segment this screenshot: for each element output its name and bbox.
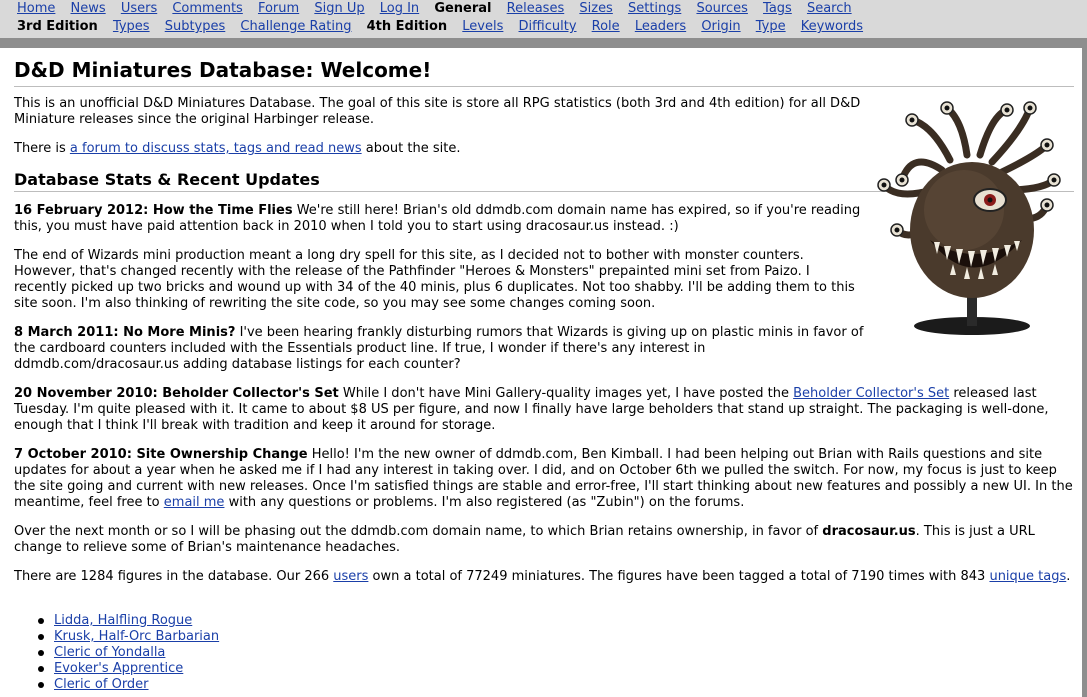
nav-link-search[interactable]: Search [807,1,852,16]
news-item: 16 February 2012: How the Time Flies We'… [14,203,864,235]
figure-link[interactable]: Krusk, Half-Orc Barbarian [54,629,219,644]
nav-link-leaders[interactable]: Leaders [635,19,686,34]
nav-row-editions: 3rd Edition Types Subtypes Challenge Rat… [17,18,874,35]
nav-link-subtypes[interactable]: Subtypes [165,19,226,34]
nav-link-home[interactable]: Home [17,1,55,16]
main-content: D&D Miniatures Database: Welcome! This i… [0,48,1082,697]
stats-text: There are 1284 figures in the database. … [14,569,334,584]
figure-link[interactable]: Cleric of Yondalla [54,645,165,660]
nav-link-login[interactable]: Log In [380,1,419,16]
news-item: 20 November 2010: Beholder Collector's S… [14,386,1074,434]
nav-link-challenge-rating[interactable]: Challenge Rating [240,19,351,34]
news-title: 20 November 2010: Beholder Collector's S… [14,386,339,401]
news-title: 8 March 2011: No More Minis? [14,325,236,340]
news-title: 16 February 2012: How the Time Flies [14,203,293,218]
domain-note-pre: Over the next month or so I will be phas… [14,524,823,539]
nav-link-forum[interactable]: Forum [258,1,299,16]
users-link[interactable]: users [333,569,368,584]
nav-link-keywords[interactable]: Keywords [801,19,863,34]
beholder-miniature-image [877,101,1061,335]
stats-text: . [1066,569,1071,584]
nav-link-tags[interactable]: Tags [763,1,792,16]
list-item: Krusk, Half-Orc Barbarian [37,629,219,645]
nav-link-signup[interactable]: Sign Up [314,1,364,16]
stats-text: own a total of 77249 miniatures. The fig… [368,569,990,584]
email-me-link[interactable]: email me [164,495,225,510]
nav-link-type[interactable]: Type [756,19,786,34]
nav-link-comments[interactable]: Comments [172,1,242,16]
nav-link-settings[interactable]: Settings [628,1,681,16]
figure-link[interactable]: Cleric of Order [54,677,149,692]
list-item: Evoker's Apprentice [37,661,219,677]
news-body: While I don't have Mini Gallery-quality … [338,386,794,401]
nav-label-4th-edition: 4th Edition [366,19,448,34]
nav-link-sources[interactable]: Sources [696,1,747,16]
nav-link-news[interactable]: News [71,1,106,16]
domain-note-bold: dracosaur.us [822,524,916,539]
domain-note: Over the next month or so I will be phas… [14,524,1074,556]
news-body: with any questions or problems. I'm also… [224,495,745,510]
nav-label-general: General [434,1,492,16]
news-title: 7 October 2010: Site Ownership Change [14,447,308,462]
list-item: Lidda, Halfling Rogue [37,613,219,629]
nav-link-users[interactable]: Users [121,1,157,16]
nav-link-releases[interactable]: Releases [507,1,565,16]
unique-tags-link[interactable]: unique tags [989,569,1066,584]
figure-list: Lidda, Halfling Rogue Krusk, Half-Orc Ba… [37,613,219,693]
right-frame-bar [1082,48,1087,697]
intro-paragraph: This is an unofficial D&D Miniatures Dat… [14,96,861,127]
news-body: The end of Wizards mini production meant… [14,248,855,311]
top-navigation: Home News Users Comments Forum Sign Up L… [0,0,1087,38]
nav-link-role[interactable]: Role [592,19,620,34]
news-item: The end of Wizards mini production meant… [14,248,864,312]
list-item: Cleric of Yondalla [37,645,219,661]
beholder-set-link[interactable]: Beholder Collector's Set [793,386,949,401]
forum-paragraph: There is a forum to discuss stats, tags … [14,141,864,157]
nav-row-general: Home News Users Comments Forum Sign Up L… [17,0,863,17]
nav-link-levels[interactable]: Levels [462,19,503,34]
figure-link[interactable]: Evoker's Apprentice [54,661,183,676]
nav-label-3rd-edition: 3rd Edition [17,19,98,34]
news-item: 7 October 2010: Site Ownership Change He… [14,447,1074,511]
page-title: D&D Miniatures Database: Welcome! [14,58,1074,87]
stats-paragraph: There are 1284 figures in the database. … [14,569,1074,585]
nav-link-sizes[interactable]: Sizes [579,1,612,16]
nav-link-difficulty[interactable]: Difficulty [519,19,577,34]
nav-link-origin[interactable]: Origin [701,19,740,34]
figure-link[interactable]: Lidda, Halfling Rogue [54,613,192,628]
forum-text-post: about the site. [361,141,461,156]
list-item: Cleric of Order [37,677,219,693]
nav-divider-bar [0,38,1087,48]
nav-link-types[interactable]: Types [113,19,150,34]
forum-link[interactable]: a forum to discuss stats, tags and read … [70,141,362,156]
news-item: 8 March 2011: No More Minis? I've been h… [14,325,864,373]
forum-text-pre: There is [14,141,70,156]
